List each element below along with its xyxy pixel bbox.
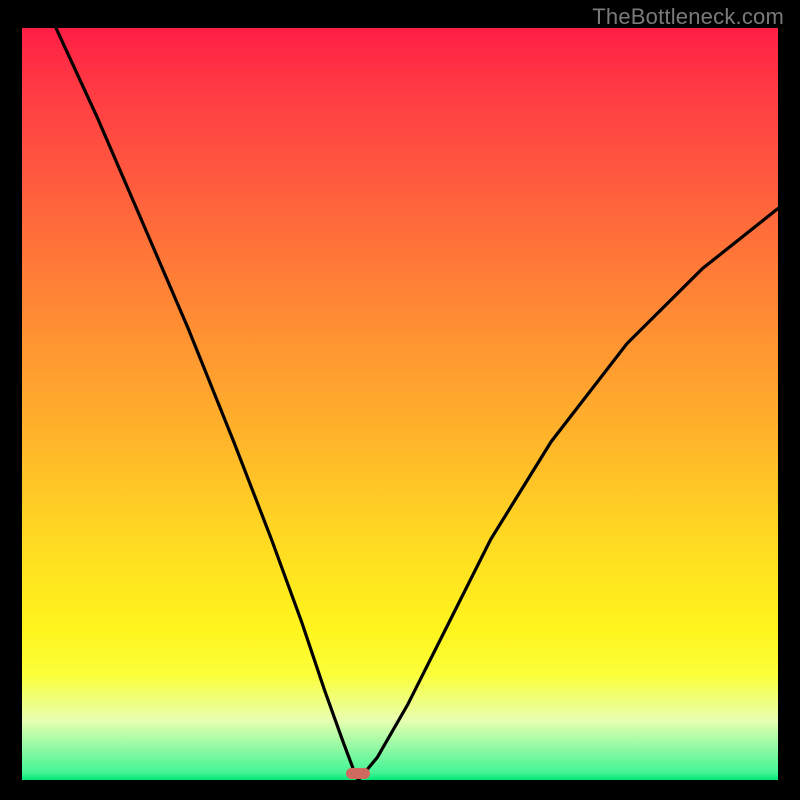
bottleneck-curve bbox=[22, 28, 778, 780]
watermark-text: TheBottleneck.com bbox=[592, 4, 784, 30]
curve-path bbox=[56, 28, 778, 780]
chart-frame: TheBottleneck.com bbox=[0, 0, 800, 800]
optimum-marker bbox=[346, 768, 370, 779]
